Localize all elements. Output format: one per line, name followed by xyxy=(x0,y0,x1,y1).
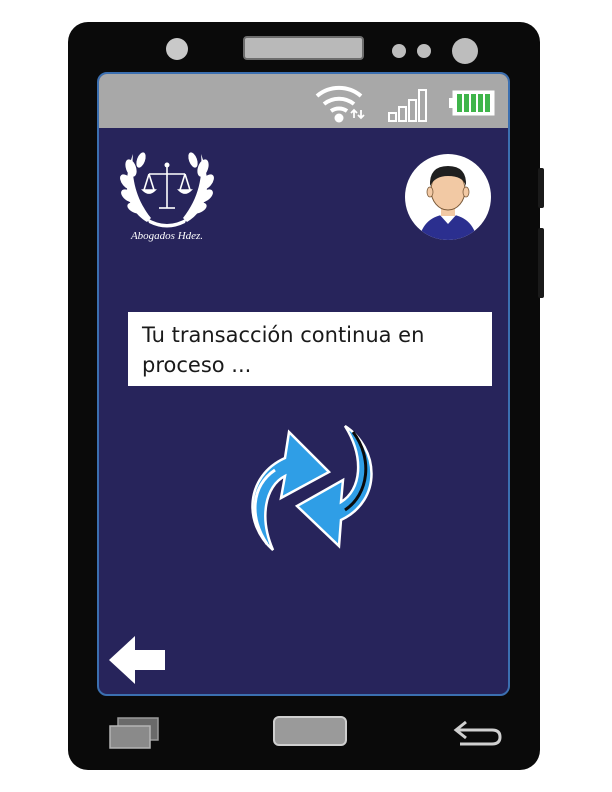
phone-screen: Abogados Hdez. Tu transacción continua e… xyxy=(97,72,510,696)
status-bar xyxy=(99,74,508,128)
battery-icon xyxy=(449,90,495,116)
user-avatar[interactable] xyxy=(405,154,491,240)
secondary-camera xyxy=(452,38,478,64)
laurel-scales-icon xyxy=(120,152,214,228)
signal-strength-icon xyxy=(388,89,427,122)
transaction-status-message: Tu transacción continua en proceso ... xyxy=(128,312,492,386)
front-camera xyxy=(166,38,188,60)
arrow-left-icon[interactable] xyxy=(107,634,167,686)
light-sensor xyxy=(417,44,431,58)
volume-button xyxy=(538,168,544,208)
sync-arrows-icon xyxy=(251,424,373,551)
earpiece-speaker xyxy=(243,36,364,60)
return-icon[interactable] xyxy=(452,718,502,748)
law-firm-logo: Abogados Hdez. xyxy=(117,146,217,254)
recent-apps-icon[interactable] xyxy=(108,716,160,750)
home-button-icon[interactable] xyxy=(273,716,347,746)
user-avatar-icon xyxy=(419,166,477,240)
proximity-sensor xyxy=(392,44,406,58)
wifi-icon xyxy=(315,85,365,123)
power-button xyxy=(538,228,544,298)
logo-text: Abogados Hdez. xyxy=(130,230,204,242)
